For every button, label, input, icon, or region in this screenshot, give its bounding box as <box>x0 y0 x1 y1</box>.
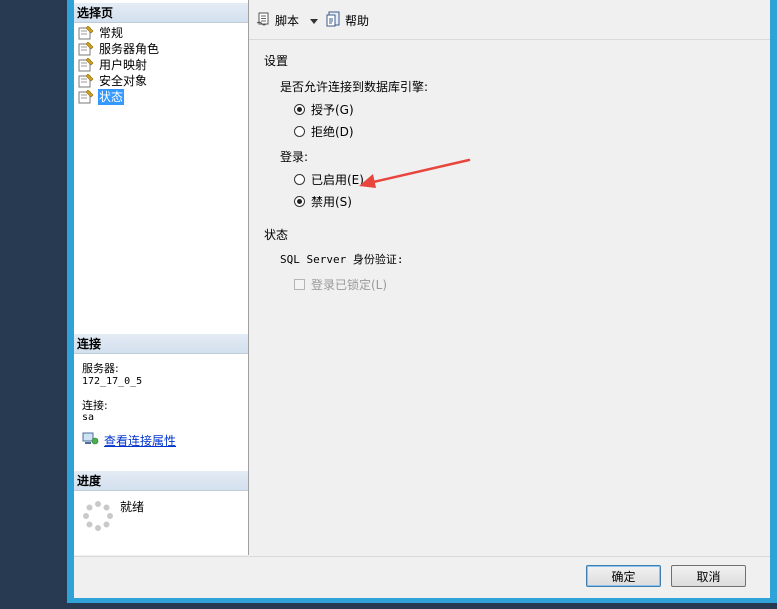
connection-label: 连接: <box>82 399 108 412</box>
enabled-radio[interactable]: 已启用(E) <box>294 171 364 187</box>
page-item-status[interactable]: 状态 <box>78 89 125 105</box>
disabled-label: 禁用(S) <box>311 194 352 209</box>
progress-header: 进度 <box>74 471 248 491</box>
progress-status: 就绪 <box>120 500 145 514</box>
help-label: 帮助 <box>345 13 370 28</box>
script-button[interactable]: 脚本 <box>256 11 319 30</box>
settings-title: 设置 <box>264 54 289 68</box>
radio-indicator <box>294 173 305 185</box>
page-item-label: 状态 <box>98 89 125 105</box>
chevron-down-icon[interactable] <box>310 13 319 27</box>
page-wrench-icon <box>78 25 94 40</box>
page-item-label: 安全对象 <box>99 74 148 88</box>
login-locked-checkbox[interactable]: 登录已锁定(L) <box>294 276 387 292</box>
page-wrench-icon <box>78 73 94 88</box>
radio-checked-indicator <box>294 195 305 207</box>
page-item-user-mapping[interactable]: 用户映射 <box>78 57 148 73</box>
help-icon <box>326 11 342 30</box>
annotation-arrow-icon <box>359 158 471 188</box>
grant-radio[interactable]: 授予(G) <box>294 101 354 117</box>
script-label: 脚本 <box>275 13 300 28</box>
left-pane: 选择页 常规 服务器角色 用户映射 安全对象 状态 连接 服务器: 172_17… <box>74 0 249 555</box>
page-item-label: 服务器角色 <box>99 42 160 56</box>
dialog-footer <box>74 556 770 598</box>
login-locked-label: 登录已锁定(L) <box>311 277 388 292</box>
page-item-securables[interactable]: 安全对象 <box>78 73 148 89</box>
deny-label: 拒绝(D) <box>311 124 354 139</box>
grant-label: 授予(G) <box>311 102 354 117</box>
page-wrench-icon <box>78 41 94 56</box>
help-button[interactable]: 帮助 <box>326 11 369 29</box>
view-connection-properties-label: 查看连接属性 <box>104 434 177 448</box>
status-page-content: 设置 是否允许连接到数据库引擎: 授予(G) 拒绝(D) 登录: 已启用(E) … <box>249 40 770 555</box>
page-item-server-roles[interactable]: 服务器角色 <box>78 41 160 57</box>
cancel-button[interactable]: 取消 <box>671 565 746 587</box>
connection-header: 连接 <box>74 334 248 354</box>
progress-spinner-icon <box>82 500 114 535</box>
sql-auth-label: SQL Server 身份验证: <box>280 253 404 266</box>
status-title: 状态 <box>264 228 289 242</box>
connection-properties-icon <box>82 432 99 449</box>
server-value: 172_17_0_5 <box>82 376 143 387</box>
checkbox-indicator <box>294 278 305 290</box>
enabled-label: 已启用(E) <box>311 172 364 187</box>
disabled-radio[interactable]: 禁用(S) <box>294 193 352 209</box>
page-item-label: 用户映射 <box>99 58 148 72</box>
view-connection-properties-link[interactable]: 查看连接属性 <box>82 432 176 449</box>
ok-button[interactable]: 确定 <box>586 565 661 587</box>
server-label: 服务器: <box>82 362 119 375</box>
login-label: 登录: <box>280 150 309 164</box>
radio-indicator <box>294 125 305 137</box>
page-wrench-icon <box>78 89 94 104</box>
script-icon <box>256 11 272 30</box>
deny-radio[interactable]: 拒绝(D) <box>294 123 354 139</box>
permission-question: 是否允许连接到数据库引擎: <box>280 80 429 94</box>
page-item-general[interactable]: 常规 <box>78 25 124 41</box>
toolbar: 脚本 帮助 <box>249 0 770 40</box>
connection-value: sa <box>82 412 95 423</box>
radio-checked-indicator <box>294 103 305 115</box>
select-page-header: 选择页 <box>74 3 248 23</box>
page-item-label: 常规 <box>99 26 124 40</box>
page-wrench-icon <box>78 57 94 72</box>
